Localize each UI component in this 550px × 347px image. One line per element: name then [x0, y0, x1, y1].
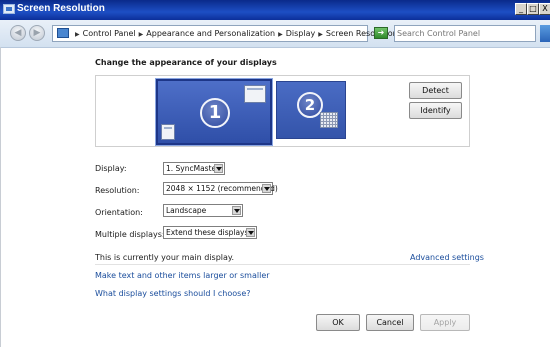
detect-button[interactable]: Detect [409, 82, 462, 99]
monitor-2[interactable]: 2 [276, 81, 346, 139]
refresh-icon: ➜ [377, 28, 385, 37]
breadcrumb-trail: ▶ Control Panel ▶ Appearance and Personaliz… [72, 29, 398, 38]
back-arrow-icon: ◀ [14, 28, 22, 38]
orientation-value: Landscape [166, 206, 207, 215]
search-box[interactable] [394, 25, 536, 42]
apply-button[interactable]: Apply [420, 314, 470, 331]
window-border [0, 47, 1, 347]
multiple-displays-select[interactable]: Extend these displays [163, 226, 257, 239]
window-thumbnail-icon [161, 124, 175, 140]
page-title: Change the appearance of your displays [95, 58, 277, 67]
window-title: Screen Resolution [17, 3, 105, 14]
display-help-link[interactable]: What display settings should I choose? [95, 289, 251, 298]
chevron-down-icon [246, 228, 255, 237]
multiple-displays-value: Extend these displays [166, 228, 249, 237]
divider [95, 264, 470, 265]
chevron-down-icon [214, 164, 223, 173]
orientation-select[interactable]: Landscape [163, 204, 243, 217]
window-thumbnail-icon [244, 85, 266, 103]
minimize-button[interactable]: _ [515, 3, 527, 15]
multiple-displays-label: Multiple displays: [95, 230, 165, 239]
resolution-label: Resolution: [95, 186, 140, 195]
cancel-button[interactable]: Cancel [366, 314, 414, 331]
display-select[interactable]: 1. SyncMaster [163, 162, 225, 175]
breadcrumb-appearance[interactable]: Appearance and Personalization [146, 29, 275, 38]
title-bar: Screen Resolution _ □ X [0, 0, 550, 20]
text-size-link[interactable]: Make text and other items larger or smal… [95, 271, 270, 280]
breadcrumb-control-panel[interactable]: Control Panel [83, 29, 136, 38]
maximize-button[interactable]: □ [527, 3, 539, 15]
search-input[interactable] [397, 27, 535, 40]
orientation-label: Orientation: [95, 208, 143, 217]
chevron-down-icon [232, 206, 241, 215]
close-button[interactable]: X [539, 3, 550, 15]
identify-button[interactable]: Identify [409, 102, 462, 119]
breadcrumb-display[interactable]: Display [286, 29, 316, 38]
advanced-settings-link[interactable]: Advanced settings [410, 253, 484, 262]
resolution-select[interactable]: 2048 × 1152 (recommended) [163, 182, 278, 195]
chevron-right-icon: ▶ [278, 31, 283, 38]
address-bar: ◀ ▶ ▶ Control Panel ▶ Appearance and Person… [0, 20, 550, 48]
window-thumbnail-icon [320, 112, 338, 128]
display-value: 1. SyncMaster [166, 164, 220, 173]
chevron-down-icon [262, 184, 271, 193]
ok-button[interactable]: OK [316, 314, 360, 331]
refresh-button[interactable]: ➜ [374, 27, 388, 39]
monitor-number-badge: 1 [200, 98, 230, 128]
search-icon[interactable] [540, 25, 550, 42]
forward-arrow-icon: ▶ [33, 28, 41, 38]
back-button[interactable]: ◀ [10, 25, 26, 41]
chevron-right-icon: ▶ [138, 31, 144, 38]
breadcrumb[interactable]: ▶ Control Panel ▶ Appearance and Personaliz… [52, 25, 398, 42]
monitor-1[interactable]: 1 [156, 79, 272, 145]
monitor-arrangement-panel: 1 2 Detect Identify [95, 75, 470, 147]
monitor-icon [3, 4, 15, 14]
control-panel-icon [57, 28, 69, 38]
main-display-note: This is currently your main display. [95, 253, 235, 262]
chevron-right-icon: ▶ [75, 31, 80, 38]
chevron-right-icon: ▶ [318, 31, 323, 38]
display-label: Display: [95, 164, 127, 173]
forward-button[interactable]: ▶ [29, 25, 45, 41]
